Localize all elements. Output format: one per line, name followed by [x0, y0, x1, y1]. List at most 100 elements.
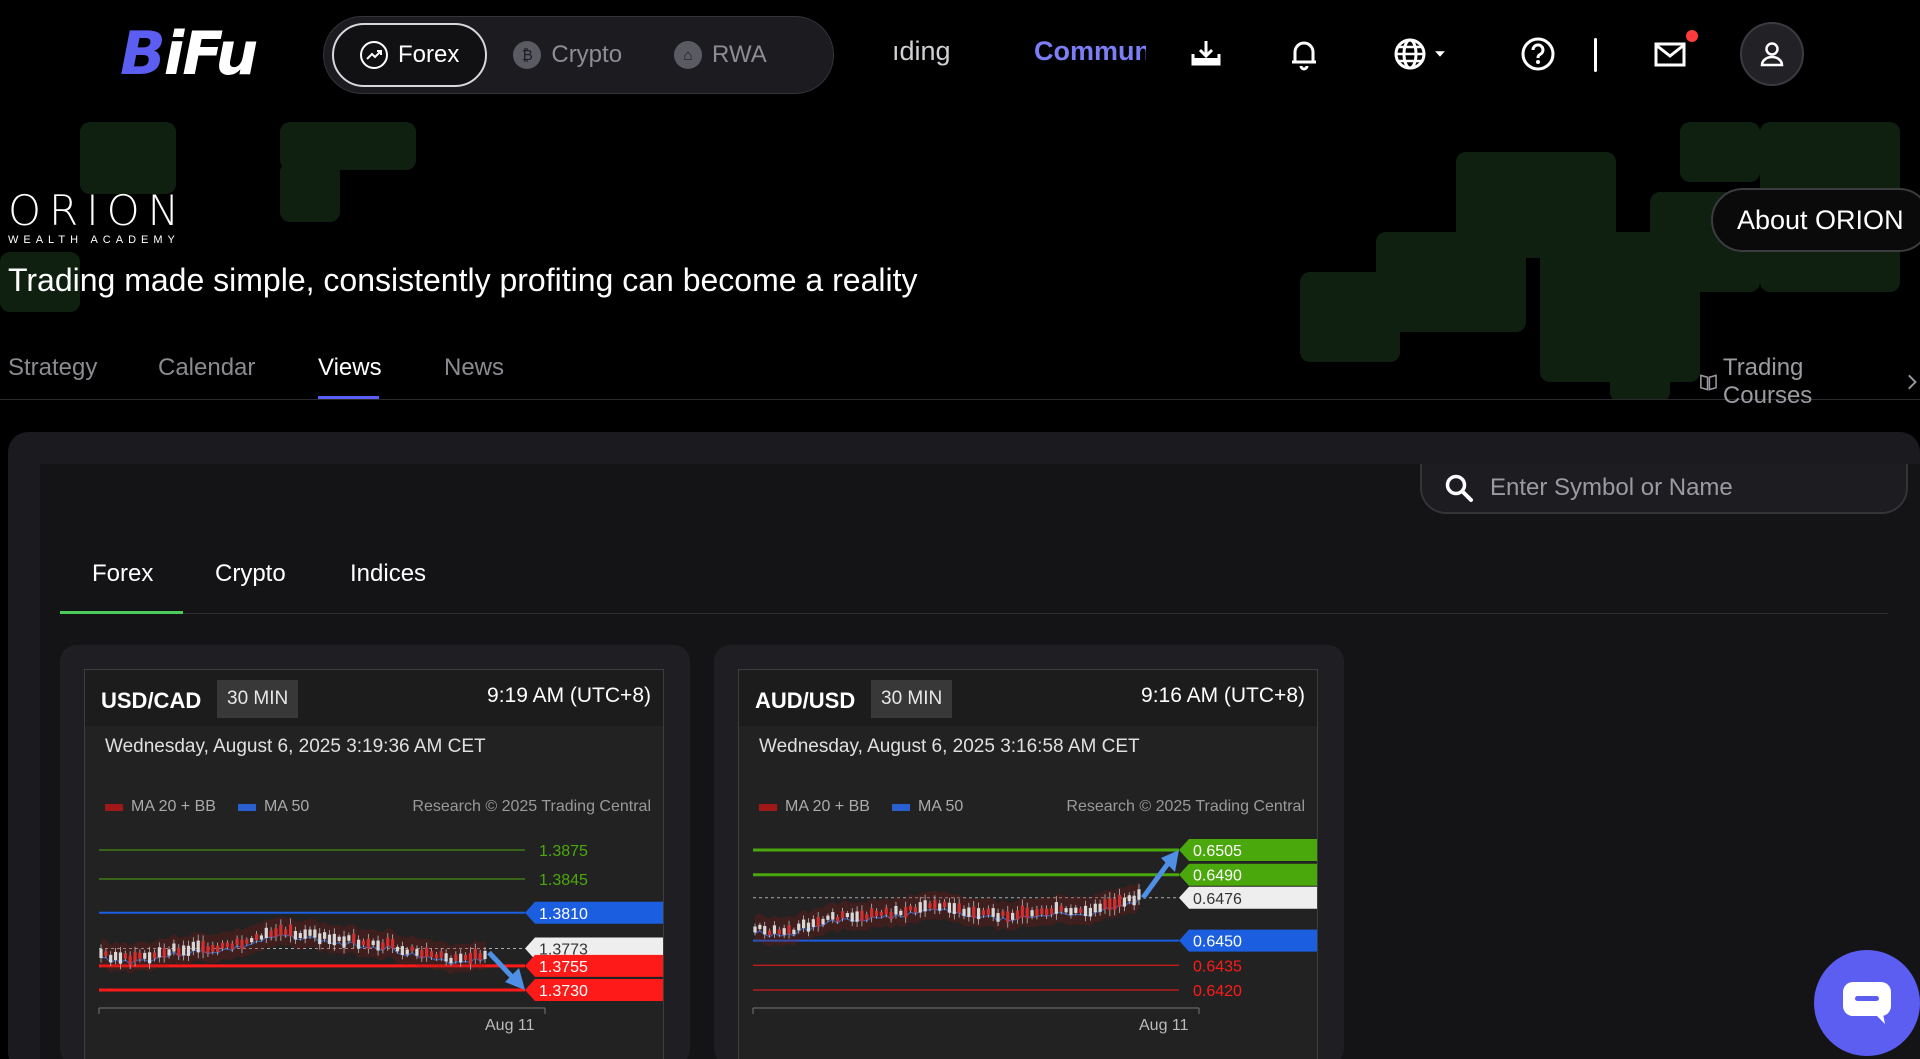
level-label: 1.3810	[525, 901, 663, 924]
level-value: 1.3845	[539, 872, 588, 889]
help-icon[interactable]	[1518, 34, 1558, 74]
level-value: 0.6476	[1193, 891, 1242, 908]
market-tab-crypto[interactable]: ₿ Crypto	[487, 23, 648, 87]
candle	[293, 930, 298, 940]
trading-courses-link[interactable]: Trading Courses	[1698, 354, 1920, 410]
candle	[434, 954, 438, 959]
chart-legend: MA 20 + BB MA 50	[759, 798, 963, 816]
candle	[143, 952, 147, 959]
candle	[235, 938, 239, 945]
candle	[327, 934, 332, 944]
candle	[230, 943, 234, 950]
chart-date: Wednesday, August 6, 2025 3:16:58 AM CET	[759, 736, 1140, 757]
chart-plot: 0.6505 0.6490 0.6476 0.6450 0.6435 0.6420Aug …	[752, 839, 1317, 1034]
search-input[interactable]	[1490, 474, 1890, 502]
globe-icon[interactable]	[1390, 34, 1430, 74]
candle	[269, 930, 273, 938]
tab-views[interactable]: Views	[318, 354, 382, 382]
view-card-usdcad[interactable]: USD/CAD 30 MIN 9:19 AM (UTC+8) Wednesday…	[60, 645, 690, 1059]
level-value: 0.6435	[1193, 958, 1242, 975]
candle	[1030, 910, 1034, 917]
chevron-down-icon[interactable]	[1430, 34, 1450, 74]
candle	[138, 952, 142, 960]
candle	[172, 943, 176, 952]
market-tab-rwa[interactable]: ⌂ RWA	[648, 23, 793, 87]
candle	[981, 910, 986, 916]
about-orion-button[interactable]: About ORION	[1711, 188, 1920, 252]
top-navbar: BiFu Forex ₿ Crypto ⌂ RWA ıding Commun	[0, 0, 1920, 112]
level-label: 1.3845	[539, 872, 588, 889]
nav-trading-link[interactable]: ıding	[892, 36, 1000, 67]
candle	[967, 907, 971, 917]
section-tabs: Strategy Calendar Views News Trading Cou…	[0, 348, 1920, 409]
candle	[381, 942, 385, 950]
candle	[342, 936, 346, 948]
user-avatar-button[interactable]	[1740, 22, 1804, 86]
mail-icon[interactable]	[1650, 34, 1690, 74]
category-tab-indices[interactable]: Indices	[350, 560, 426, 588]
candle	[913, 907, 918, 913]
chart-symbol: USD/CAD	[101, 688, 202, 713]
level-value: 1.3810	[539, 906, 588, 923]
candle	[831, 912, 835, 920]
bell-icon[interactable]	[1284, 34, 1324, 74]
candle	[347, 935, 351, 941]
download-icon[interactable]	[1186, 34, 1226, 74]
candle	[947, 902, 952, 913]
candle	[1113, 898, 1117, 910]
candle	[405, 949, 409, 955]
tab-strategy[interactable]: Strategy	[8, 354, 97, 382]
bollinger-band	[755, 880, 1139, 947]
trend-icon	[360, 41, 388, 69]
market-tab-forex[interactable]: Forex	[332, 23, 488, 87]
candle	[797, 923, 801, 931]
candle	[1049, 908, 1054, 915]
candle	[468, 952, 473, 965]
candle	[274, 928, 278, 937]
view-card-audusd[interactable]: AUD/USD 30 MIN 9:16 AM (UTC+8) Wednesday…	[714, 645, 1344, 1059]
nav-community-link[interactable]: Commun	[1034, 36, 1146, 67]
category-tab-underline	[60, 611, 183, 614]
category-tab-crypto[interactable]: Crypto	[215, 560, 286, 588]
candle	[361, 940, 366, 945]
candle	[386, 937, 390, 947]
candle	[1079, 908, 1083, 913]
candle	[240, 939, 244, 949]
tab-news[interactable]: News	[444, 354, 504, 382]
candle	[753, 926, 757, 933]
candle	[811, 919, 815, 927]
candle	[933, 900, 937, 910]
candle	[201, 941, 205, 953]
tab-calendar[interactable]: Calendar	[158, 354, 255, 382]
level-label: 0.6420	[1193, 983, 1242, 1000]
level-label: 0.6490	[1179, 863, 1317, 886]
x-tick-label: Aug 11	[1139, 1017, 1189, 1034]
candle	[313, 929, 317, 938]
candle	[303, 929, 307, 939]
candle	[298, 933, 302, 939]
book-icon	[1700, 374, 1717, 391]
level-value: 0.6450	[1193, 934, 1242, 951]
candle	[874, 910, 879, 917]
bifu-logo[interactable]: BiFu	[120, 19, 258, 89]
candle	[1045, 908, 1049, 916]
category-tab-forex[interactable]: Forex	[92, 560, 153, 588]
level-label: 1.3755	[525, 954, 663, 977]
candle	[483, 950, 487, 959]
candle	[845, 913, 849, 918]
chevron-right-icon	[1907, 374, 1917, 390]
candle	[220, 942, 225, 949]
chart-plot: 1.38751.38451.38101.37731.37551.3730Aug …	[98, 843, 663, 1034]
candle	[225, 942, 229, 948]
chat-support-button[interactable]	[1814, 950, 1920, 1056]
search-icon	[1445, 474, 1473, 502]
candle	[318, 933, 322, 945]
candle	[463, 954, 468, 961]
candle	[1040, 908, 1044, 915]
timeframe-badge: 30 MIN	[217, 680, 299, 718]
candle	[865, 914, 869, 920]
active-tab-underline	[318, 396, 379, 399]
candle	[904, 906, 908, 918]
candle	[1069, 907, 1073, 916]
candle	[1132, 895, 1136, 906]
